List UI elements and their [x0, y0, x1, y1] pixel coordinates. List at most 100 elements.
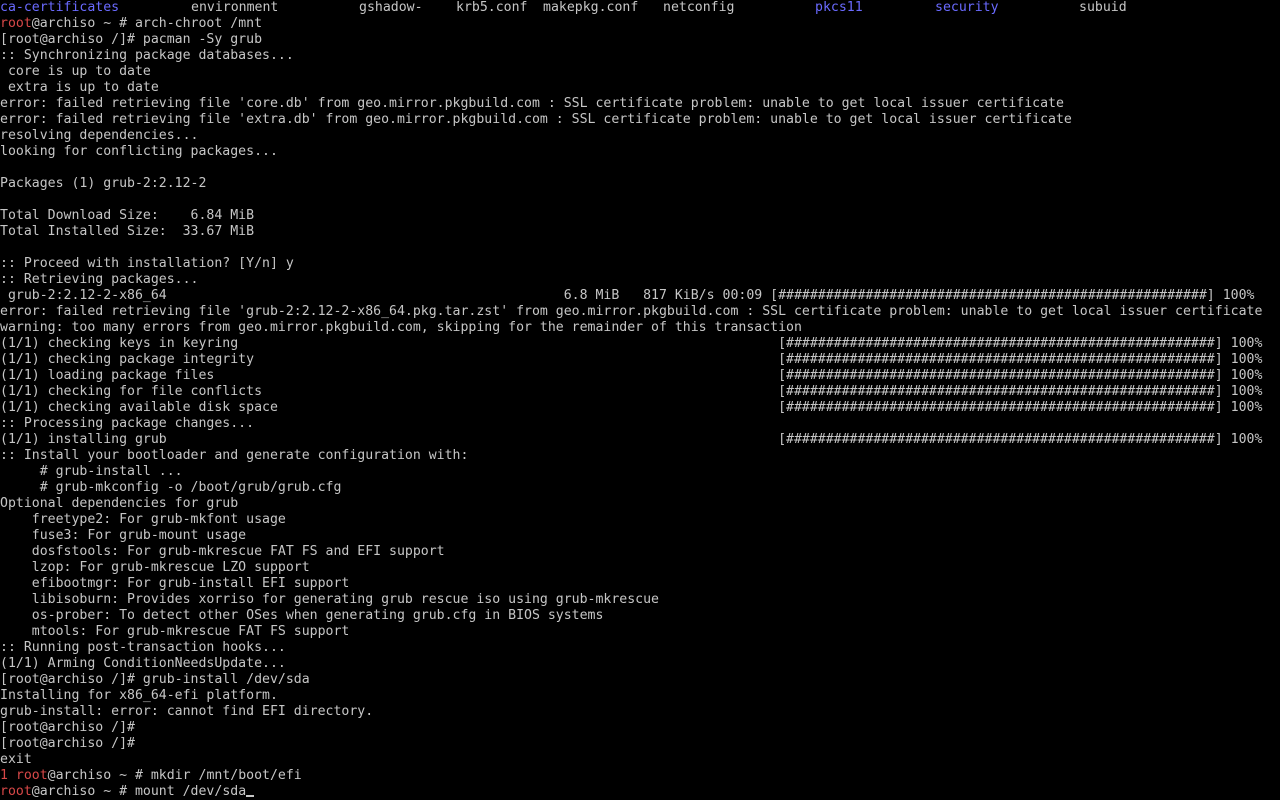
- terminal-line: Packages (1) grub-2:2.12-2: [0, 176, 1280, 192]
- terminal-text: [root@archiso /]# grub-install /dev/sda: [0, 672, 310, 687]
- terminal-line: (1/1) Arming ConditionNeedsUpdate...: [0, 656, 1280, 672]
- terminal-line: :: Install your bootloader and generate …: [0, 448, 1280, 464]
- terminal-text: grub-2:2.12-2-x86_64 6.8 MiB 817 KiB/s 0…: [0, 288, 1255, 303]
- terminal-output: root@archiso ~ # arch-chroot /mnt [root@a…: [0, 16, 1280, 800]
- terminal-text: resolving dependencies...: [0, 128, 199, 143]
- terminal-line: :: Running post-transaction hooks...: [0, 640, 1280, 656]
- terminal-line: :: Synchronizing package databases...: [0, 48, 1280, 64]
- terminal-line: (1/1) checking available disk space [###…: [0, 400, 1280, 416]
- terminal-line: (1/1) checking keys in keyring [########…: [0, 336, 1280, 352]
- ls-output-row: ca-certificates environment gshadow-krb5.c…: [0, 0, 1280, 16]
- terminal-line: mtools: For grub-mkrescue FAT FS support: [0, 624, 1280, 640]
- terminal-text: [root@archiso /]#: [0, 736, 135, 751]
- terminal-line: (1/1) checking for file conflicts [#####…: [0, 384, 1280, 400]
- terminal-line: root@archiso ~ # mount /dev/sda: [0, 784, 1280, 800]
- terminal-line: grub-install: error: cannot find EFI dir…: [0, 704, 1280, 720]
- terminal-text: os-prober: To detect other OSes when gen…: [0, 608, 604, 623]
- terminal-text: Installing for x86_64-efi platform.: [0, 688, 278, 703]
- terminal-text: error: failed retrieving file 'grub-2:2.…: [0, 304, 1263, 319]
- terminal-line: looking for conflicting packages...: [0, 144, 1280, 160]
- terminal-line: lzop: For grub-mkrescue LZO support: [0, 560, 1280, 576]
- terminal-text: lzop: For grub-mkrescue LZO support: [0, 560, 310, 575]
- terminal-text: freetype2: For grub-mkfont usage: [0, 512, 286, 527]
- ls-entry: environment: [191, 0, 279, 15]
- terminal-line: os-prober: To detect other OSes when gen…: [0, 608, 1280, 624]
- terminal-text: Total Installed Size: 33.67 MiB: [0, 224, 255, 239]
- terminal-text: extra is up to date: [0, 80, 159, 95]
- terminal-text: warning: too many errors from geo.mirror…: [0, 320, 802, 335]
- terminal-line: :: Proceed with installation? [Y/n] y: [0, 256, 1280, 272]
- terminal-text: error: failed retrieving file 'extra.db'…: [0, 112, 1072, 127]
- terminal-text: # grub-install ...: [0, 464, 183, 479]
- terminal-text: Optional dependencies for grub: [0, 496, 239, 511]
- text-cursor: [246, 795, 255, 797]
- terminal-text: efibootmgr: For grub-install EFI support: [0, 576, 350, 591]
- terminal-line: resolving dependencies...: [0, 128, 1280, 144]
- terminal-text: @archiso ~ # arch-chroot /mnt: [31, 16, 263, 31]
- terminal-text: core is up to date: [0, 64, 151, 79]
- prompt-user: 1: [0, 768, 16, 783]
- terminal-text: (1/1) installing grub [#################…: [0, 432, 1263, 447]
- terminal-line: # grub-mkconfig -o /boot/grub/grub.cfg: [0, 480, 1280, 496]
- terminal-line: Total Installed Size: 33.67 MiB: [0, 224, 1280, 240]
- terminal-line: root@archiso ~ # arch-chroot /mnt: [0, 16, 1280, 32]
- prompt-user: root: [15, 768, 48, 783]
- prompt-user: root: [0, 784, 32, 799]
- terminal-text: (1/1) checking package integrity [######…: [0, 352, 1263, 367]
- terminal-text: grub-install: error: cannot find EFI dir…: [0, 704, 374, 719]
- terminal-text: looking for conflicting packages...: [0, 144, 278, 159]
- terminal-line: :: Retrieving packages...: [0, 272, 1280, 288]
- terminal-text: :: Processing package changes...: [0, 416, 255, 431]
- terminal-text: Total Download Size: 6.84 MiB: [0, 208, 255, 223]
- terminal-text: [root@archiso /]# pacman -Sy grub: [0, 32, 263, 47]
- terminal-line: grub-2:2.12-2-x86_64 6.8 MiB 817 KiB/s 0…: [0, 288, 1280, 304]
- terminal-text: :: Proceed with installation? [Y/n] y: [0, 256, 294, 271]
- terminal-line: (1/1) installing grub [#################…: [0, 432, 1280, 448]
- terminal-line: 1 root@archiso ~ # mkdir /mnt/boot/efi: [0, 768, 1280, 784]
- ls-entry: subuid: [1079, 0, 1127, 15]
- terminal-line: [root@archiso /]# pacman -Sy grub: [0, 32, 1280, 48]
- terminal-text: @archiso ~ # mount /dev/sda: [31, 784, 247, 799]
- terminal-text: @archiso ~ # mkdir /mnt/boot/efi: [47, 768, 302, 783]
- terminal-text: (1/1) checking for file conflicts [#####…: [0, 384, 1263, 399]
- ls-entry: netconfig: [663, 0, 735, 15]
- terminal-line: # grub-install ...: [0, 464, 1280, 480]
- terminal-line: error: failed retrieving file 'extra.db'…: [0, 112, 1280, 128]
- terminal-line: freetype2: For grub-mkfont usage: [0, 512, 1280, 528]
- terminal-line: [root@archiso /]#: [0, 720, 1280, 736]
- terminal-line: error: failed retrieving file 'grub-2:2.…: [0, 304, 1280, 320]
- terminal-line: [root@archiso /]#: [0, 736, 1280, 752]
- prompt-user: root: [0, 16, 32, 31]
- terminal-text: (1/1) Arming ConditionNeedsUpdate...: [0, 656, 286, 671]
- ls-entry: krb5.conf: [456, 0, 528, 15]
- terminal-line: (1/1) loading package files [###########…: [0, 368, 1280, 384]
- terminal-text: mtools: For grub-mkrescue FAT FS support: [0, 624, 350, 639]
- terminal-text: error: failed retrieving file 'core.db' …: [0, 96, 1064, 111]
- terminal-text: :: Retrieving packages...: [0, 272, 199, 287]
- ls-entry: makepkg.conf: [543, 0, 639, 15]
- terminal-text: Packages (1) grub-2:2.12-2: [0, 176, 207, 191]
- terminal-line: warning: too many errors from geo.mirror…: [0, 320, 1280, 336]
- terminal-text: (1/1) checking keys in keyring [########…: [0, 336, 1263, 351]
- terminal-line: error: failed retrieving file 'core.db' …: [0, 96, 1280, 112]
- terminal-text: :: Synchronizing package databases...: [0, 48, 294, 63]
- ls-entry: pkcs11: [815, 0, 863, 15]
- ls-entry: security: [935, 0, 999, 15]
- terminal-text: :: Running post-transaction hooks...: [0, 640, 286, 655]
- terminal-line: dosfstools: For grub-mkrescue FAT FS and…: [0, 544, 1280, 560]
- terminal-line: exit: [0, 752, 1280, 768]
- terminal-text: fuse3: For grub-mount usage: [0, 528, 247, 543]
- terminal-line: (1/1) checking package integrity [######…: [0, 352, 1280, 368]
- terminal-window[interactable]: ca-certificates environment gshadow-krb5.c…: [0, 0, 1280, 800]
- terminal-text: libisoburn: Provides xorriso for generat…: [0, 592, 659, 607]
- terminal-line: Optional dependencies for grub: [0, 496, 1280, 512]
- ls-entry: ca-certificates: [0, 0, 120, 15]
- terminal-text: [root@archiso /]#: [0, 720, 135, 735]
- terminal-text: dosfstools: For grub-mkrescue FAT FS and…: [0, 544, 445, 559]
- terminal-text: (1/1) loading package files [###########…: [0, 368, 1263, 383]
- terminal-text: # grub-mkconfig -o /boot/grub/grub.cfg: [0, 480, 342, 495]
- terminal-text: :: Install your bootloader and generate …: [0, 448, 469, 463]
